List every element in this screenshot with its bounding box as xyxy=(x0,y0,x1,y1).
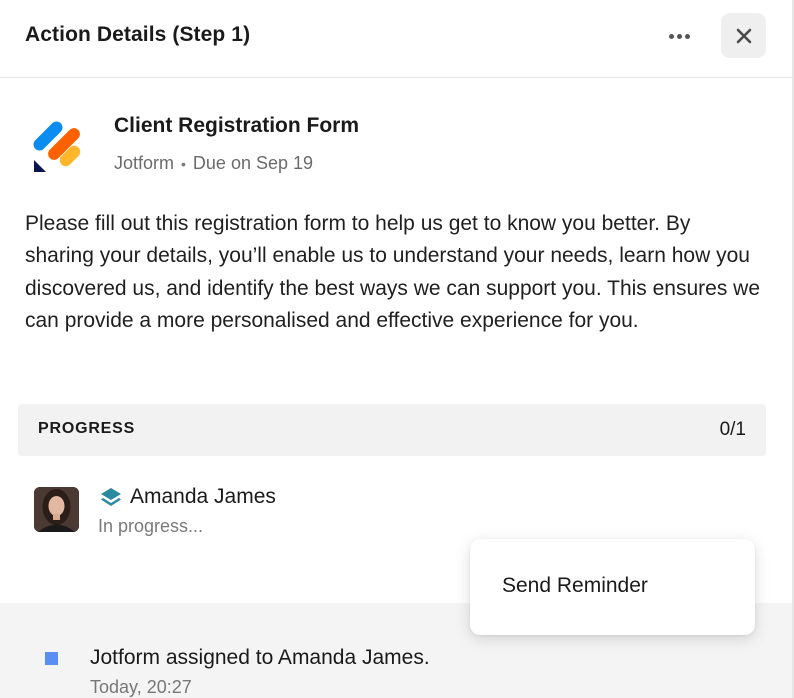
activity-time: Today, 20:27 xyxy=(90,677,192,697)
progress-header: PROGRESS 0/1 xyxy=(18,404,766,456)
close-icon xyxy=(736,28,751,43)
meta-separator: • xyxy=(181,155,186,172)
progress-count: 0/1 xyxy=(719,419,746,440)
panel-title: Action Details (Step 1) xyxy=(25,23,251,46)
user-avatar xyxy=(34,487,79,532)
more-options-button[interactable] xyxy=(659,18,699,54)
form-meta: Jotform • Due on Sep 19 xyxy=(114,153,313,174)
panel-header: Action Details (Step 1) xyxy=(0,0,792,78)
send-reminder-menu-item[interactable]: Send Reminder xyxy=(502,574,648,598)
jotform-logo xyxy=(33,121,81,172)
form-due-date: Due on Sep 19 xyxy=(192,153,314,173)
form-description: Please fill out this registration form t… xyxy=(25,212,761,333)
assignee-name: Amanda James xyxy=(130,485,276,508)
layers-icon xyxy=(101,488,121,506)
action-details-panel: Action Details (Step 1) Client Registrat… xyxy=(0,0,794,698)
form-title: Client Registration Form xyxy=(114,114,360,137)
activity-marker-icon xyxy=(45,652,58,665)
assignee-status: In progress... xyxy=(98,516,204,536)
progress-label: PROGRESS xyxy=(38,420,136,437)
ellipsis-icon xyxy=(668,33,674,39)
context-menu: Send Reminder xyxy=(470,539,755,635)
activity-text: Jotform assigned to Amanda James. xyxy=(90,646,430,669)
form-app-name: Jotform xyxy=(114,153,175,173)
close-button[interactable] xyxy=(721,13,766,58)
